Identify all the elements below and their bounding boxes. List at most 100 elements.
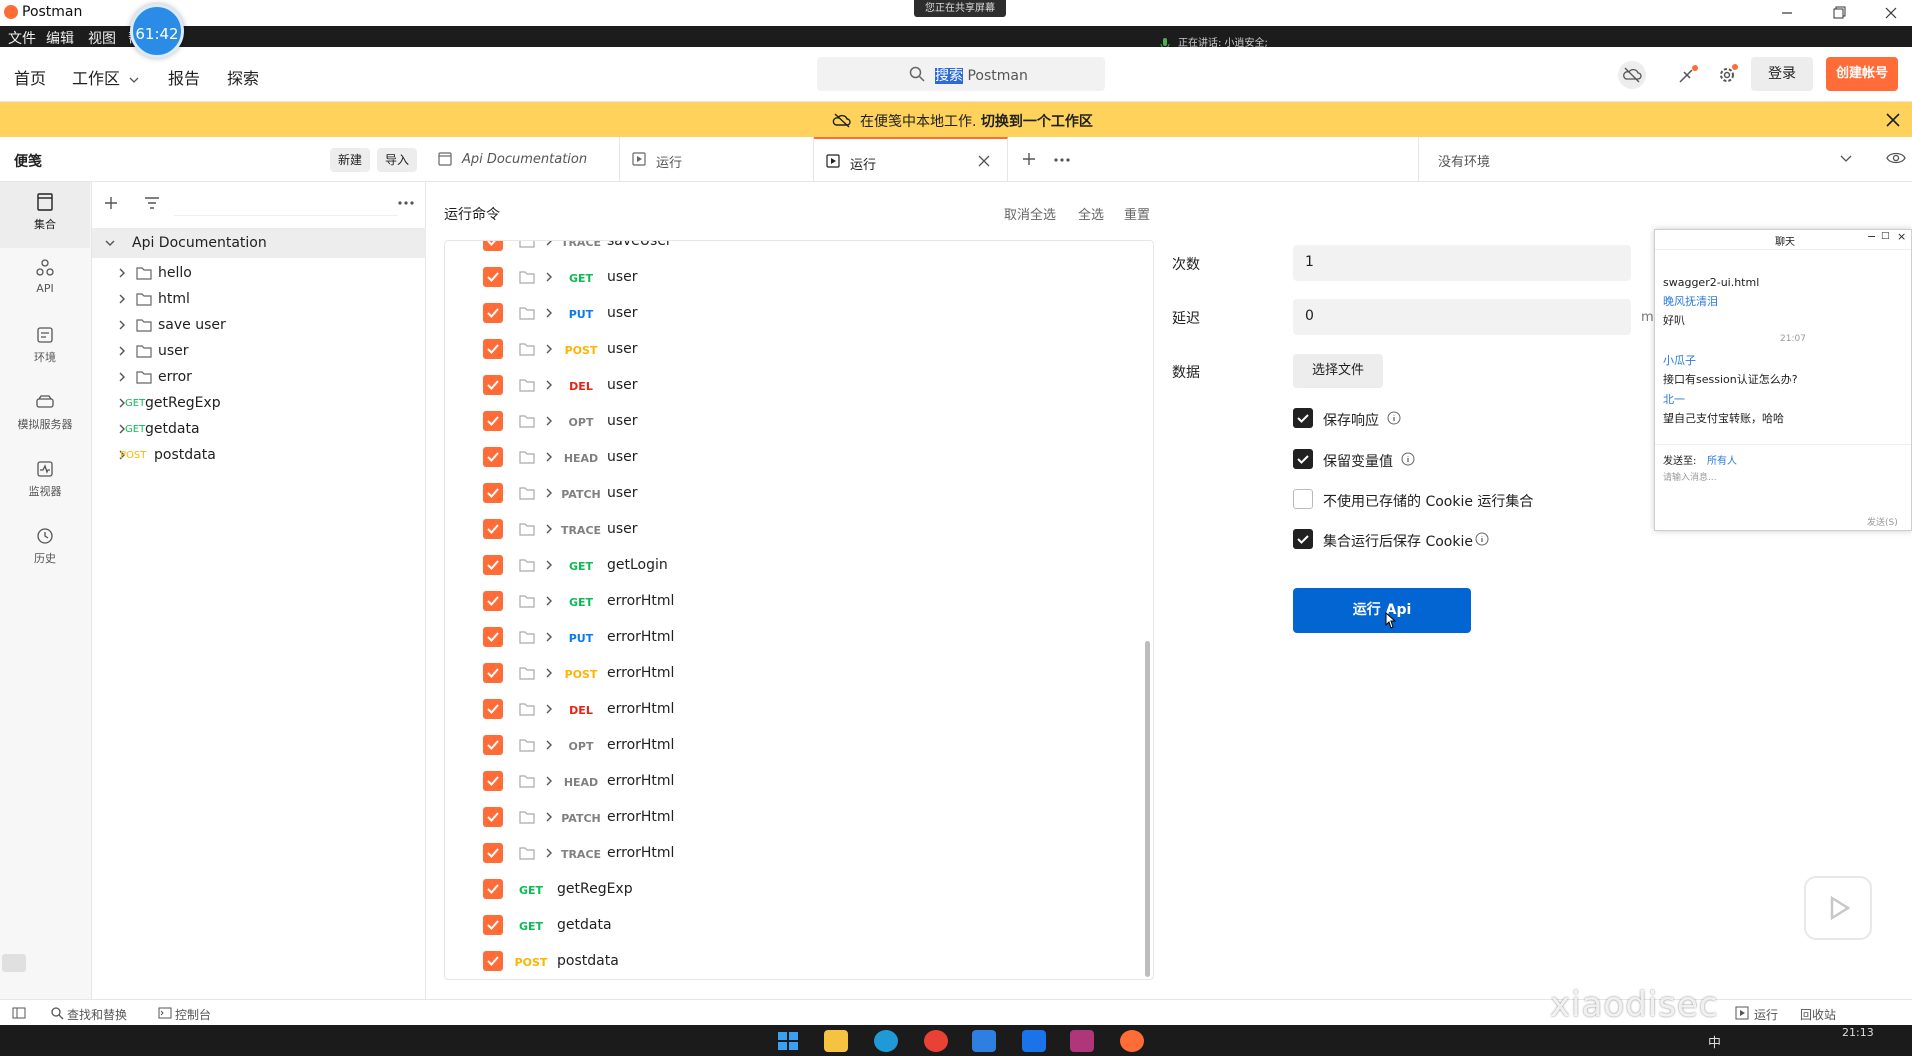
runner-button[interactable]: 运行 (1754, 1006, 1778, 1023)
add-icon[interactable] (104, 196, 118, 210)
nav-workspaces[interactable]: 工作区 (72, 65, 139, 89)
checkbox-checked[interactable] (483, 241, 503, 251)
run-order-row[interactable]: POST errorHtml (445, 655, 1145, 691)
checkbox-checked[interactable] (483, 843, 503, 863)
checkbox-checked[interactable] (1293, 449, 1313, 469)
sign-in-button[interactable]: 登录 (1751, 57, 1813, 91)
checkbox-checked[interactable] (483, 447, 503, 467)
collapse-sidebar-icon[interactable] (2, 954, 26, 972)
sidebar-item-history[interactable]: 历史 (0, 516, 90, 582)
cloud-offline-icon[interactable] (1617, 60, 1647, 90)
run-order-row[interactable]: PUT user (445, 295, 1145, 331)
chat-close-icon[interactable]: × (1897, 230, 1906, 243)
iterations-input[interactable]: 1 (1293, 245, 1631, 281)
request-row[interactable]: POST postdata (92, 440, 426, 470)
checkbox-checked[interactable] (483, 483, 503, 503)
more-options-icon[interactable] (398, 200, 414, 206)
run-order-row[interactable]: TRACE user (445, 511, 1145, 547)
minimize-icon[interactable] (1776, 3, 1798, 23)
tab-api-documentation[interactable]: Api Documentation (426, 137, 620, 181)
chat-input[interactable]: 请输入消息... (1663, 470, 1717, 483)
lark-icon[interactable] (1022, 1030, 1046, 1052)
run-order-row[interactable]: PATCH user (445, 475, 1145, 511)
run-order-row[interactable]: HEAD user (445, 439, 1145, 475)
run-order-row[interactable]: PATCH errorHtml (445, 799, 1145, 835)
checkbox-checked[interactable] (483, 807, 503, 827)
video-play-icon[interactable] (1804, 876, 1872, 940)
chat-maximize-icon[interactable]: □ (1881, 231, 1890, 241)
checkbox-checked[interactable] (483, 735, 503, 755)
close-icon[interactable] (1886, 113, 1900, 127)
more-tabs-icon[interactable] (1054, 157, 1070, 163)
toggle-sidebar-icon[interactable] (12, 1006, 26, 1020)
nav-home[interactable]: 首页 (14, 65, 46, 89)
run-order-row[interactable]: DEL user (445, 367, 1145, 403)
chevron-down-icon[interactable] (1840, 155, 1852, 163)
filter-icon[interactable] (144, 196, 160, 210)
checkbox-checked[interactable] (1293, 408, 1313, 428)
ime-indicator[interactable]: 中 (1708, 1032, 1721, 1051)
run-order-row[interactable]: GET user (445, 259, 1145, 295)
console-button[interactable]: 控制台 (175, 1006, 211, 1023)
run-order-row[interactable]: TRACE saveUser (445, 241, 1145, 259)
checkbox-checked[interactable] (1293, 529, 1313, 549)
settings-gear-icon[interactable] (1712, 60, 1742, 90)
run-order-row[interactable]: GET getLogin (445, 547, 1145, 583)
tab-runner[interactable]: 运行 (620, 137, 814, 181)
chrome-browser-icon[interactable] (924, 1030, 948, 1052)
find-replace-button[interactable]: 查找和替换 (67, 1006, 127, 1023)
nav-reports[interactable]: 报告 (168, 65, 200, 89)
checkbox-checked[interactable] (483, 411, 503, 431)
sidebar-item-mock-servers[interactable]: 模拟服务器 (0, 382, 90, 448)
restore-icon[interactable] (1828, 3, 1850, 23)
scrollbar[interactable] (1145, 641, 1150, 977)
checkbox-checked[interactable] (483, 699, 503, 719)
trash-button[interactable]: 回收站 (1800, 1006, 1836, 1023)
checkbox-checked[interactable] (483, 951, 503, 971)
run-order-row[interactable]: OPT errorHtml (445, 727, 1145, 763)
new-tab-icon[interactable] (1022, 152, 1036, 166)
intellij-icon[interactable] (1070, 1030, 1094, 1052)
file-explorer-icon[interactable] (824, 1030, 848, 1052)
run-order-row[interactable]: TRACE errorHtml (445, 835, 1145, 871)
run-order-row[interactable]: PUT errorHtml (445, 619, 1145, 655)
windows-start-icon[interactable] (776, 1030, 800, 1052)
run-order-row[interactable]: GET getRegExp (445, 871, 1145, 907)
checkbox-checked[interactable] (483, 879, 503, 899)
run-order-row[interactable]: GET errorHtml (445, 583, 1145, 619)
reset-button[interactable]: 重置 (1124, 204, 1150, 223)
close-window-icon[interactable] (1880, 3, 1902, 23)
eye-icon[interactable] (1886, 151, 1906, 165)
edge-browser-icon[interactable] (874, 1030, 898, 1052)
sidebar-item-monitors[interactable]: 监视器 (0, 449, 90, 515)
create-account-button[interactable]: 创建帐号 (1826, 57, 1898, 91)
run-order-row[interactable]: POST user (445, 331, 1145, 367)
deselect-all-button[interactable]: 取消全选 (1004, 204, 1056, 223)
tab-runner-active[interactable]: 运行 (814, 137, 1008, 181)
postman-taskbar-icon[interactable] (1120, 1030, 1144, 1052)
checkbox-checked[interactable] (483, 375, 503, 395)
nav-explore[interactable]: 探索 (227, 65, 259, 89)
chat-send-button[interactable]: 发送(S) (1867, 515, 1898, 528)
checkbox-checked[interactable] (483, 663, 503, 683)
select-all-button[interactable]: 全选 (1078, 204, 1104, 223)
checkbox-checked[interactable] (483, 627, 503, 647)
switch-workspace-link[interactable]: 切换到一个工作区 (981, 114, 1093, 130)
sidebar-item-environments[interactable]: 环境 (0, 315, 90, 381)
select-file-button[interactable]: 选择文件 (1293, 354, 1383, 388)
satellite-icon[interactable] (1672, 60, 1702, 90)
send-to-selector[interactable]: 所有人 (1707, 452, 1737, 467)
checkbox-checked[interactable] (483, 303, 503, 323)
import-button[interactable]: 导入 (377, 148, 418, 172)
delay-input[interactable]: 0 (1293, 299, 1631, 335)
checkbox-checked[interactable] (483, 771, 503, 791)
run-order-row[interactable]: DEL errorHtml (445, 691, 1145, 727)
run-order-row[interactable]: HEAD errorHtml (445, 763, 1145, 799)
checkbox-checked[interactable] (483, 519, 503, 539)
checkbox-checked[interactable] (483, 555, 503, 575)
checkbox-checked[interactable] (483, 591, 503, 611)
checkbox-checked[interactable] (483, 267, 503, 287)
environment-selector[interactable]: 没有环境 (1438, 151, 1490, 170)
run-order-row[interactable]: OPT user (445, 403, 1145, 439)
sidebar-item-api[interactable]: API (0, 248, 90, 314)
